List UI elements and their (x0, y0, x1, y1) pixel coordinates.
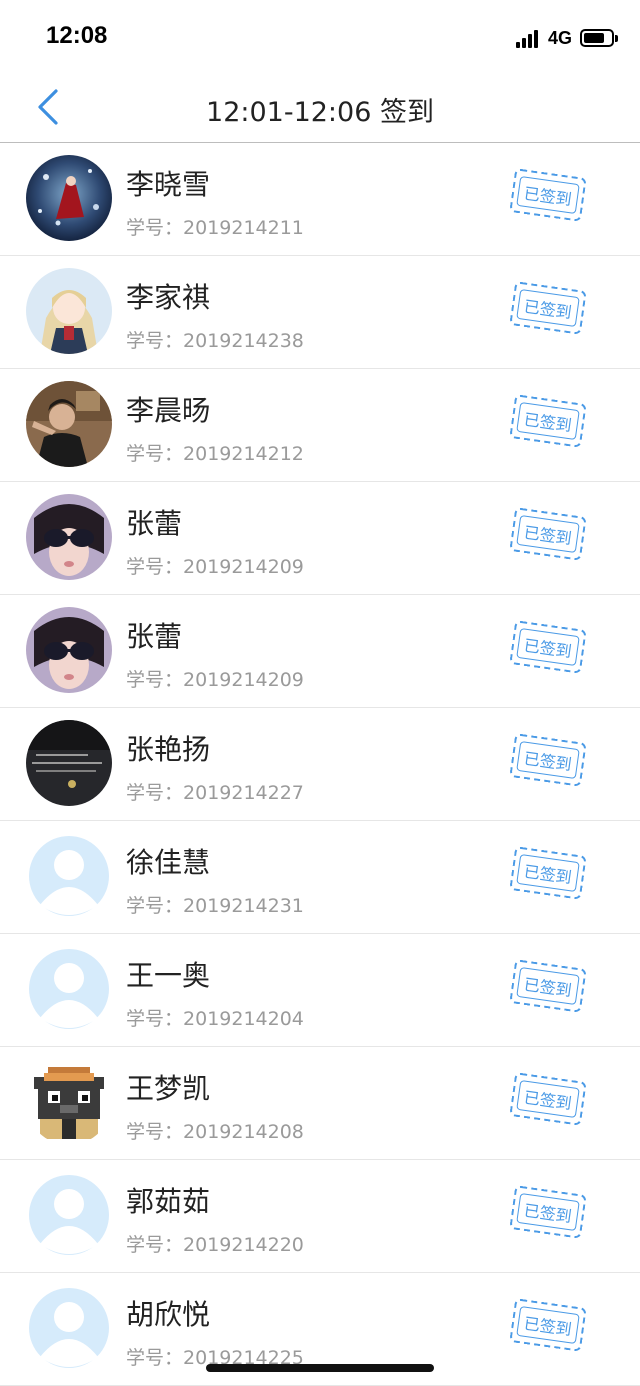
student-id-value: 2019214238 (183, 330, 304, 352)
student-id: 学号：2019214208 (126, 1117, 304, 1144)
signal-icon (515, 28, 540, 48)
student-id-label: 学号： (126, 443, 184, 465)
checked-in-label: 已签到 (516, 853, 580, 893)
avatar (26, 1285, 112, 1371)
student-id-value: 2019214208 (183, 1121, 304, 1143)
list-item[interactable]: 李家祺学号：2019214238 已签到 (0, 256, 640, 369)
student-id-label: 学号： (126, 669, 184, 691)
avatar (26, 155, 112, 241)
avatar (26, 494, 112, 580)
checked-in-stamp: 已签到 (509, 1072, 587, 1126)
student-id-value: 2019214211 (183, 217, 304, 239)
checked-in-stamp: 已签到 (509, 1185, 587, 1239)
status-bar: 12:08 4G (0, 0, 640, 72)
student-id-value: 2019214212 (183, 443, 304, 465)
avatar (26, 268, 112, 354)
avatar (26, 833, 112, 919)
student-id: 学号：2019214209 (126, 665, 304, 692)
avatar (26, 381, 112, 467)
student-name: 李晓雪 (126, 168, 211, 201)
list-item[interactable]: 王梦凯学号：2019214208 已签到 (0, 1047, 640, 1160)
avatar (26, 1172, 112, 1258)
checked-in-stamp: 已签到 (509, 281, 587, 335)
checked-in-stamp: 已签到 (509, 507, 587, 561)
student-name: 李晨旸 (126, 394, 211, 427)
status-indicators: 4G (515, 26, 618, 50)
checked-in-label: 已签到 (516, 740, 580, 780)
student-id-label: 学号： (126, 782, 184, 804)
page-title: 12:01-12:06 签到 (206, 97, 434, 128)
checked-in-label: 已签到 (516, 175, 580, 215)
checked-in-label: 已签到 (516, 514, 580, 554)
checked-in-label: 已签到 (516, 1305, 580, 1345)
list-item[interactable]: 张蕾学号：2019214209 已签到 (0, 482, 640, 595)
student-id-label: 学号： (126, 1008, 184, 1030)
nav-bar: 12:01-12:06 签到 (0, 72, 640, 143)
checked-in-label: 已签到 (516, 288, 580, 328)
list-item[interactable]: 李晓雪学号：2019214211 已签到 (0, 143, 640, 256)
student-id: 学号：2019214227 (126, 778, 304, 805)
checked-in-label: 已签到 (516, 627, 580, 667)
student-id-value: 2019214227 (183, 782, 304, 804)
student-name: 张艳扬 (126, 733, 211, 766)
student-id-value: 2019214209 (183, 669, 304, 691)
checked-in-stamp: 已签到 (509, 733, 587, 787)
student-id-value: 2019214220 (183, 1234, 304, 1256)
avatar (26, 1059, 112, 1145)
student-id: 学号：2019214209 (126, 552, 304, 579)
student-id: 学号：2019214212 (126, 439, 304, 466)
list-item[interactable]: 王一奥学号：2019214204 已签到 (0, 934, 640, 1047)
checked-in-label: 已签到 (516, 401, 580, 441)
student-id-value: 2019214204 (183, 1008, 304, 1030)
student-id-label: 学号： (126, 330, 184, 352)
student-name: 王一奥 (126, 959, 211, 992)
student-name: 张蕾 (126, 620, 183, 653)
list-item[interactable]: 张蕾学号：2019214209 已签到 (0, 595, 640, 708)
checked-in-label: 已签到 (516, 1192, 580, 1232)
checked-in-stamp: 已签到 (509, 620, 587, 674)
student-name: 胡欣悦 (126, 1298, 211, 1331)
student-name: 郭茹茹 (126, 1185, 211, 1218)
student-id: 学号：2019214220 (126, 1230, 304, 1257)
student-id: 学号：2019214211 (126, 213, 304, 240)
student-id-label: 学号： (126, 556, 184, 578)
student-id: 学号：2019214204 (126, 1004, 304, 1031)
student-id: 学号：2019214238 (126, 326, 304, 353)
student-id-value: 2019214209 (183, 556, 304, 578)
list-item[interactable]: 张艳扬学号：2019214227 已签到 (0, 708, 640, 821)
list-item[interactable]: 徐佳慧学号：2019214231 已签到 (0, 821, 640, 934)
avatar (26, 720, 112, 806)
student-name: 张蕾 (126, 507, 183, 540)
student-id-value: 2019214231 (183, 895, 304, 917)
home-indicator (206, 1364, 434, 1372)
student-name: 王梦凯 (126, 1072, 211, 1105)
student-id-label: 学号： (126, 895, 184, 917)
student-name: 李家祺 (126, 281, 211, 314)
list-item[interactable]: 李晨旸学号：2019214212 已签到 (0, 369, 640, 482)
status-time: 12:08 (46, 22, 108, 49)
student-id-label: 学号： (126, 1121, 184, 1143)
checked-in-stamp: 已签到 (509, 168, 587, 222)
student-id-label: 学号： (126, 217, 184, 239)
network-label: 4G (547, 27, 572, 48)
checked-in-stamp: 已签到 (509, 1298, 587, 1352)
checked-in-label: 已签到 (516, 1079, 580, 1119)
checked-in-stamp: 已签到 (509, 394, 587, 448)
student-id: 学号：2019214231 (126, 891, 304, 918)
student-id-label: 学号： (126, 1234, 184, 1256)
checked-in-stamp: 已签到 (509, 959, 587, 1013)
checked-in-stamp: 已签到 (509, 846, 587, 900)
avatar (26, 946, 112, 1032)
battery-icon (580, 29, 618, 47)
checked-in-label: 已签到 (516, 966, 580, 1006)
avatar (26, 607, 112, 693)
student-id-label: 学号： (126, 1347, 184, 1369)
list-item[interactable]: 郭茹茹学号：2019214220 已签到 (0, 1160, 640, 1273)
student-name: 徐佳慧 (126, 846, 211, 879)
student-list: 李晓雪 学号：2019214211 已签到 李家祺 学号：2019214238 已签到 李晨… (0, 143, 640, 1386)
